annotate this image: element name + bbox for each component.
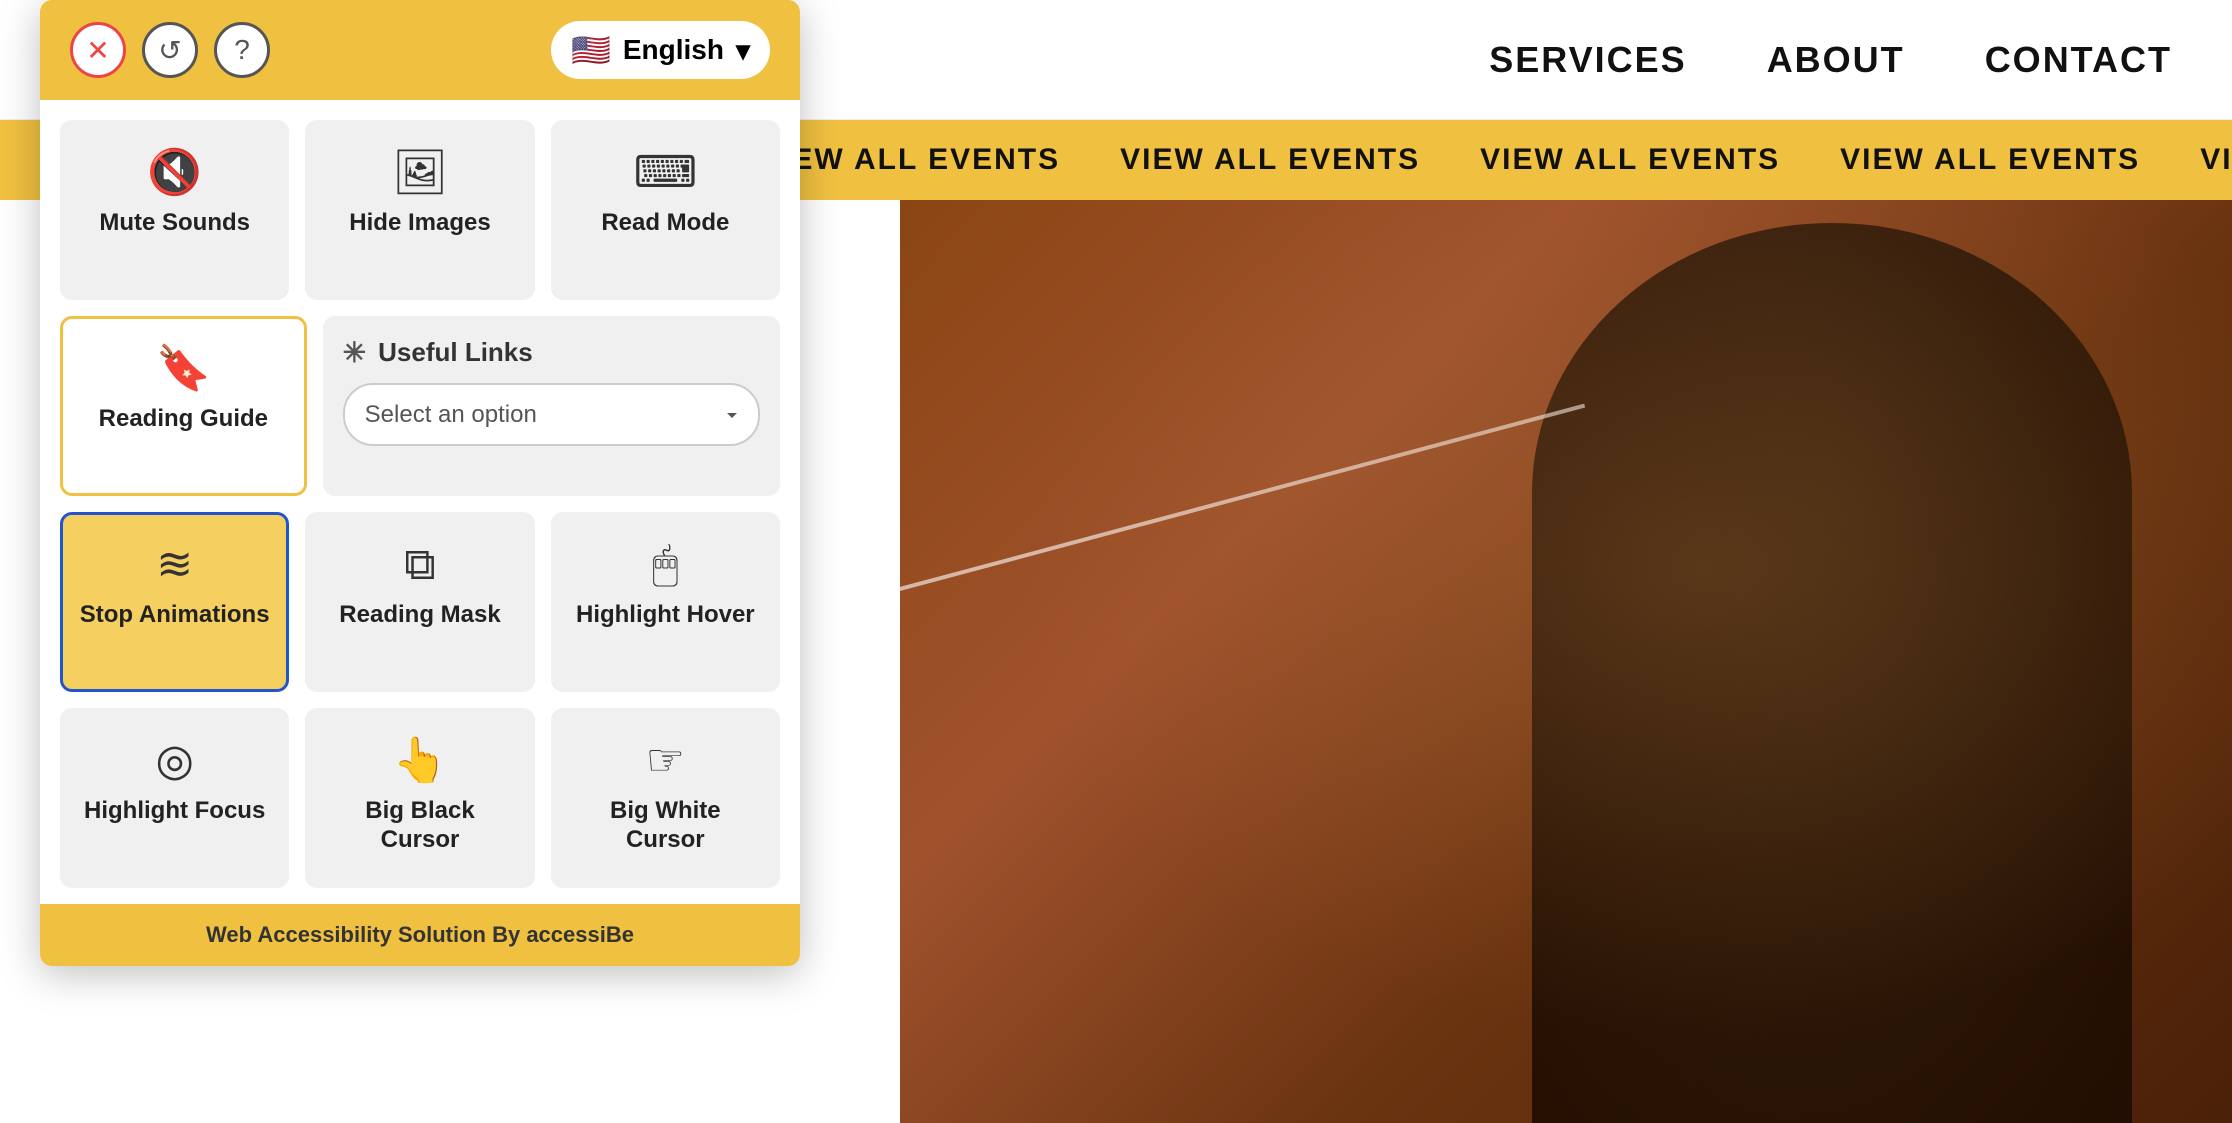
big-black-cursor-icon: 👆 bbox=[393, 739, 448, 783]
useful-links-title: ✳ Useful Links bbox=[343, 336, 760, 369]
nav-link-about[interactable]: ABOUT bbox=[1767, 39, 1905, 81]
highlight-hover-label: Highlight Hover bbox=[576, 601, 755, 630]
hero-image bbox=[900, 200, 2232, 1123]
header-controls: ✕ ↺ ? bbox=[70, 22, 270, 78]
person-silhouette bbox=[1532, 223, 2132, 1123]
big-white-cursor-icon: ☞ bbox=[646, 739, 685, 783]
highlight-hover-card[interactable]: 🖱 Highlight Hover bbox=[551, 512, 780, 692]
row1: 🔇 Mute Sounds 🖼 Hide Images ⌨ Read Mode bbox=[60, 120, 780, 300]
reading-guide-label: Reading Guide bbox=[99, 405, 268, 434]
reading-mask-icon: ⧉ bbox=[404, 543, 435, 587]
footer-text: Web Accessibility Solution By accessiBe bbox=[206, 922, 634, 947]
nav-links: SERVICES ABOUT CONTACT bbox=[1489, 39, 2172, 81]
close-button[interactable]: ✕ bbox=[70, 22, 126, 78]
reading-guide-card[interactable]: 🔖 Reading Guide bbox=[60, 316, 307, 496]
highlight-focus-icon: ◎ bbox=[155, 739, 193, 783]
reading-mask-label: Reading Mask bbox=[339, 601, 500, 630]
panel-footer: Web Accessibility Solution By accessiBe bbox=[40, 904, 800, 966]
big-white-cursor-label: Big White Cursor bbox=[570, 797, 761, 855]
read-mode-card[interactable]: ⌨ Read Mode bbox=[551, 120, 780, 300]
highlight-hover-icon: 🖱 bbox=[652, 543, 678, 587]
big-black-cursor-label: Big Black Cursor bbox=[324, 797, 515, 855]
help-icon: ? bbox=[234, 34, 250, 66]
nav-link-services[interactable]: SERVICES bbox=[1489, 39, 1686, 81]
glasses-line bbox=[900, 404, 1585, 641]
read-mode-icon: ⌨ bbox=[634, 151, 698, 195]
panel-header: ✕ ↺ ? 🇺🇸 English ▾ bbox=[40, 0, 800, 100]
useful-links-label: Useful Links bbox=[378, 337, 533, 368]
back-icon: ↺ bbox=[158, 34, 181, 67]
row3: ≋ Stop Animations ⧉ Reading Mask 🖱 Highl… bbox=[60, 512, 780, 692]
stop-animations-card[interactable]: ≋ Stop Animations bbox=[60, 512, 289, 692]
hide-images-label: Hide Images bbox=[349, 209, 490, 238]
back-button[interactable]: ↺ bbox=[142, 22, 198, 78]
language-selector[interactable]: 🇺🇸 English ▾ bbox=[551, 21, 770, 79]
row4: ◎ Highlight Focus 👆 Big Black Cursor ☞ B… bbox=[60, 708, 780, 888]
useful-links-section: ✳ Useful Links Select an option bbox=[323, 316, 780, 496]
mute-sounds-card[interactable]: 🔇 Mute Sounds bbox=[60, 120, 289, 300]
highlight-focus-label: Highlight Focus bbox=[84, 797, 265, 826]
useful-links-select[interactable]: Select an option bbox=[343, 383, 760, 446]
big-white-cursor-card[interactable]: ☞ Big White Cursor bbox=[551, 708, 780, 888]
mute-sounds-icon: 🔇 bbox=[147, 151, 202, 195]
read-mode-label: Read Mode bbox=[601, 209, 729, 238]
highlight-focus-card[interactable]: ◎ Highlight Focus bbox=[60, 708, 289, 888]
useful-links-icon: ✳ bbox=[343, 336, 366, 369]
close-icon: ✕ bbox=[86, 34, 109, 67]
reading-guide-icon: 🔖 bbox=[156, 347, 211, 391]
panel-grid: 🔇 Mute Sounds 🖼 Hide Images ⌨ Read Mode … bbox=[40, 100, 800, 888]
nav-link-contact[interactable]: CONTACT bbox=[1985, 39, 2172, 81]
chevron-down-icon: ▾ bbox=[736, 34, 750, 67]
reading-mask-card[interactable]: ⧉ Reading Mask bbox=[305, 512, 534, 692]
accessibility-panel: ✕ ↺ ? 🇺🇸 English ▾ 🔇 Mute Sounds 🖼 Hid bbox=[40, 0, 800, 966]
help-button[interactable]: ? bbox=[214, 22, 270, 78]
language-label: English bbox=[623, 34, 724, 66]
stop-animations-icon: ≋ bbox=[156, 543, 193, 587]
hide-images-icon: 🖼 bbox=[392, 151, 448, 195]
stop-animations-label: Stop Animations bbox=[80, 601, 270, 630]
row2: 🔖 Reading Guide ✳ Useful Links Select an… bbox=[60, 316, 780, 496]
big-black-cursor-card[interactable]: 👆 Big Black Cursor bbox=[305, 708, 534, 888]
hide-images-card[interactable]: 🖼 Hide Images bbox=[305, 120, 534, 300]
mute-sounds-label: Mute Sounds bbox=[99, 209, 250, 238]
flag-icon: 🇺🇸 bbox=[571, 31, 611, 69]
